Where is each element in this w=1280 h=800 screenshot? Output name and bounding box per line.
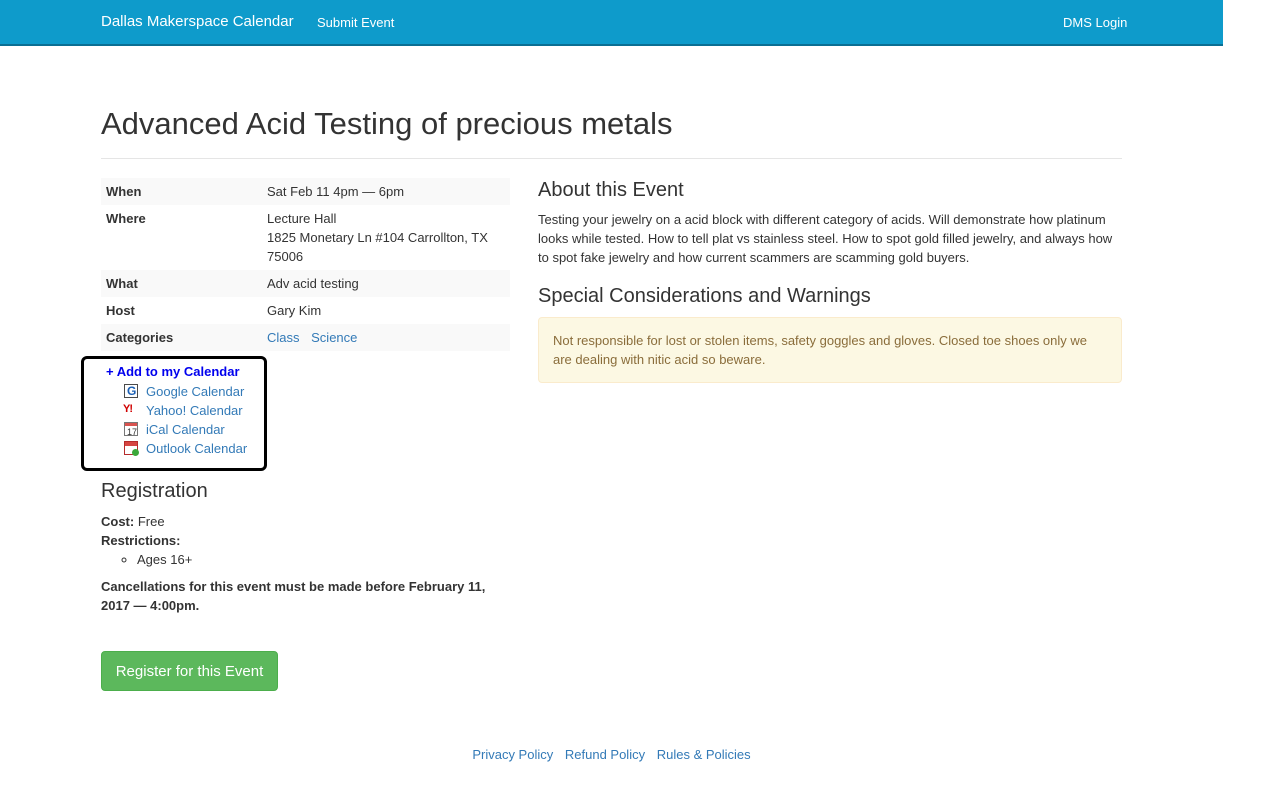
google-calendar-label: Google Calendar (146, 384, 245, 399)
brand-link[interactable]: Dallas Makerspace Calendar (101, 12, 294, 31)
about-heading: About this Event (538, 179, 684, 201)
what-value: Adv acid testing (262, 270, 510, 297)
registration-heading: Registration (101, 480, 208, 502)
restrictions-line: Restrictions: (101, 531, 180, 550)
restrictions-label: Restrictions: (101, 533, 181, 548)
list-item: Ages 16+ (137, 550, 192, 569)
rules-policies-link[interactable]: Rules & Policies (657, 747, 751, 762)
cost-label: Cost: (101, 514, 135, 529)
table-row-what: What Adv acid testing (101, 270, 510, 297)
table-row-host: Host Gary Kim (101, 297, 510, 324)
restrictions-list: Ages 16+ (101, 550, 192, 569)
category-link-science[interactable]: Science (311, 330, 357, 345)
cost-value: Free (137, 514, 165, 529)
where-label: Where (106, 211, 146, 226)
yahoo-calendar-icon: Y! (123, 403, 133, 415)
outlook-calendar-icon (124, 441, 139, 456)
refund-policy-link[interactable]: Refund Policy (565, 747, 645, 762)
outlook-calendar-label: Outlook Calendar (146, 441, 248, 456)
table-row-categories: Categories Class Science (101, 324, 510, 351)
where-address: 1825 Monetary Ln #104 Carrollton, TX 750… (267, 230, 488, 264)
where-room: Lecture Hall (267, 211, 337, 226)
add-to-calendar-box: + Add to my Calendar G Google Calendar Y… (81, 356, 267, 471)
yahoo-calendar-label: Yahoo! Calendar (146, 403, 243, 418)
when-label: When (101, 178, 262, 205)
privacy-policy-link[interactable]: Privacy Policy (472, 747, 553, 762)
host-value: Gary Kim (267, 303, 322, 318)
submit-event-link[interactable]: Submit Event (317, 13, 394, 32)
about-description: Testing your jewelry on a acid block wit… (538, 212, 1113, 265)
when-value: Sat Feb 11 4pm — 6pm (262, 178, 510, 205)
warning-alert: Not responsible for lost or stolen items… (538, 317, 1122, 383)
category-link-class[interactable]: Class (267, 330, 300, 345)
categories-label: Categories (101, 324, 262, 351)
table-row-where: Where Lecture Hall 1825 Monetary Ln #104… (101, 205, 510, 270)
register-button[interactable]: Register for this Event (101, 651, 278, 691)
event-details-table: When Sat Feb 11 4pm — 6pm Where Lecture … (101, 178, 510, 351)
google-calendar-icon: G (124, 384, 138, 398)
what-label: What (101, 270, 262, 297)
ical-calendar-label: iCal Calendar (146, 422, 225, 437)
cost-line: Cost: Free (101, 512, 165, 531)
where-value: Lecture Hall 1825 Monetary Ln #104 Carro… (262, 205, 510, 270)
cancellation-notice: Cancellations for this event must be mad… (101, 579, 486, 613)
footer: Privacy Policy Refund Policy Rules & Pol… (0, 745, 1223, 764)
host-label: Host (106, 303, 135, 318)
navbar: Dallas Makerspace Calendar Submit Event … (0, 0, 1223, 46)
add-to-calendar-toggle[interactable]: + Add to my Calendar (106, 362, 240, 381)
categories-value: Class Science (262, 324, 510, 351)
warnings-heading: Special Considerations and Warnings (538, 285, 871, 307)
ical-calendar-icon: 17 (124, 422, 138, 437)
table-row-when: When Sat Feb 11 4pm — 6pm (101, 178, 510, 205)
page-title: Advanced Acid Testing of precious metals (101, 106, 673, 141)
dms-login-link[interactable]: DMS Login (1063, 13, 1127, 32)
title-divider (101, 158, 1122, 159)
